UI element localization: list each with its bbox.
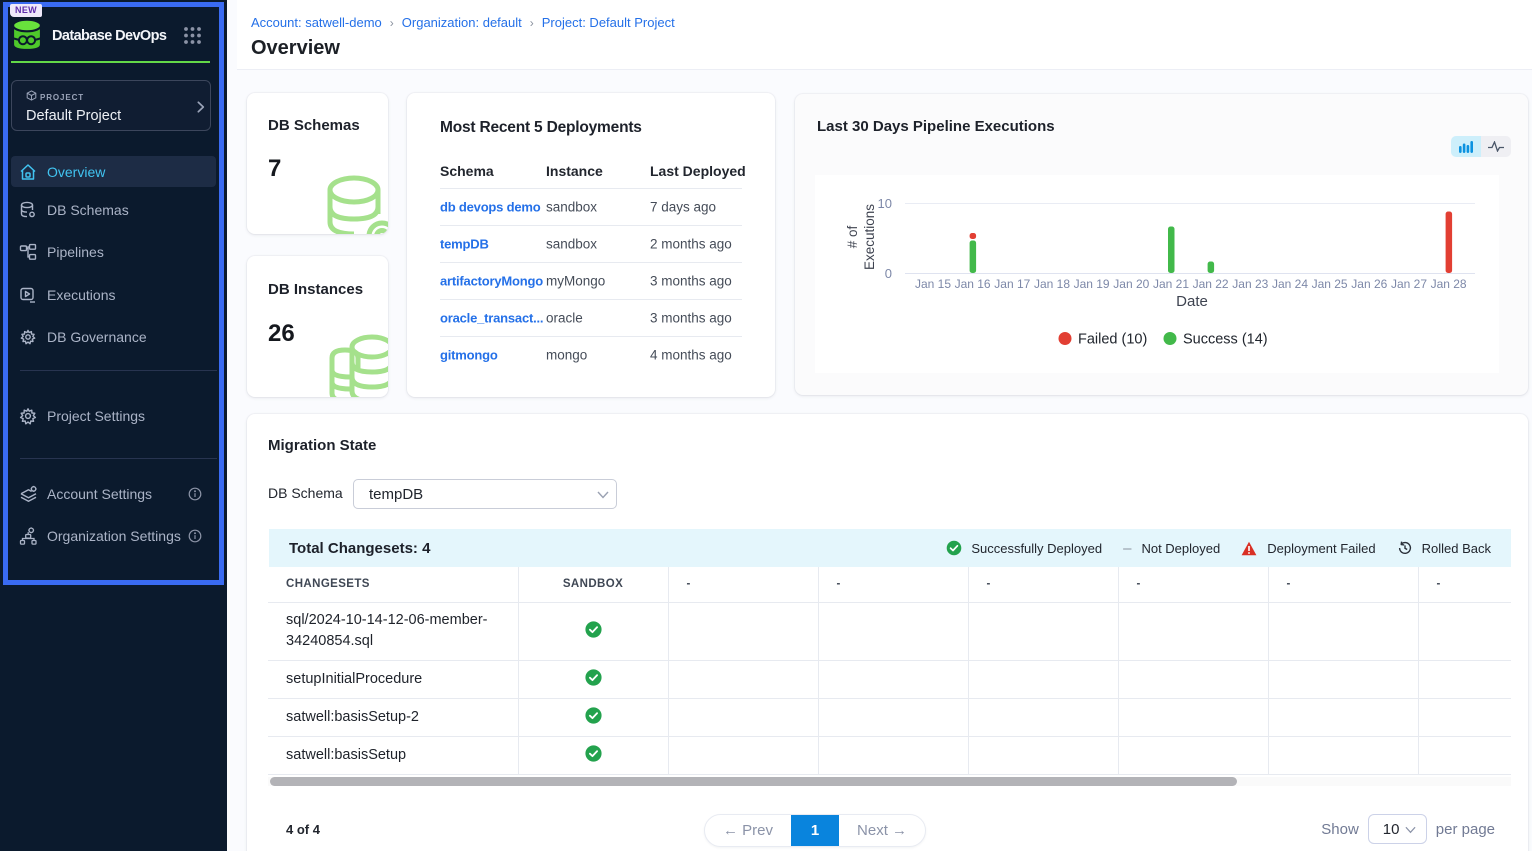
svg-text:Jan 24: Jan 24 <box>1272 277 1308 291</box>
svg-text:Jan 28: Jan 28 <box>1431 277 1467 291</box>
svg-text:Jan 25: Jan 25 <box>1312 277 1348 291</box>
svg-text:Date: Date <box>1176 293 1208 310</box>
svg-text:Jan 15: Jan 15 <box>915 277 951 291</box>
svg-text:Jan 23: Jan 23 <box>1232 277 1268 291</box>
svg-text:# of: # of <box>845 225 860 248</box>
svg-text:Jan 16: Jan 16 <box>955 277 991 291</box>
svg-text:Jan 26: Jan 26 <box>1351 277 1387 291</box>
svg-text:Jan 19: Jan 19 <box>1074 277 1110 291</box>
svg-text:Jan 18: Jan 18 <box>1034 277 1070 291</box>
svg-text:Jan 21: Jan 21 <box>1153 277 1189 291</box>
svg-text:Success (14): Success (14) <box>1183 332 1268 348</box>
svg-text:Executions: Executions <box>862 204 877 270</box>
svg-text:Jan 17: Jan 17 <box>994 277 1030 291</box>
svg-text:Jan 27: Jan 27 <box>1391 277 1427 291</box>
svg-text:Failed (10): Failed (10) <box>1078 332 1147 348</box>
svg-text:Jan 22: Jan 22 <box>1193 277 1229 291</box>
svg-text:10: 10 <box>878 196 892 211</box>
svg-text:Jan 20: Jan 20 <box>1113 277 1149 291</box>
svg-text:0: 0 <box>885 266 892 281</box>
